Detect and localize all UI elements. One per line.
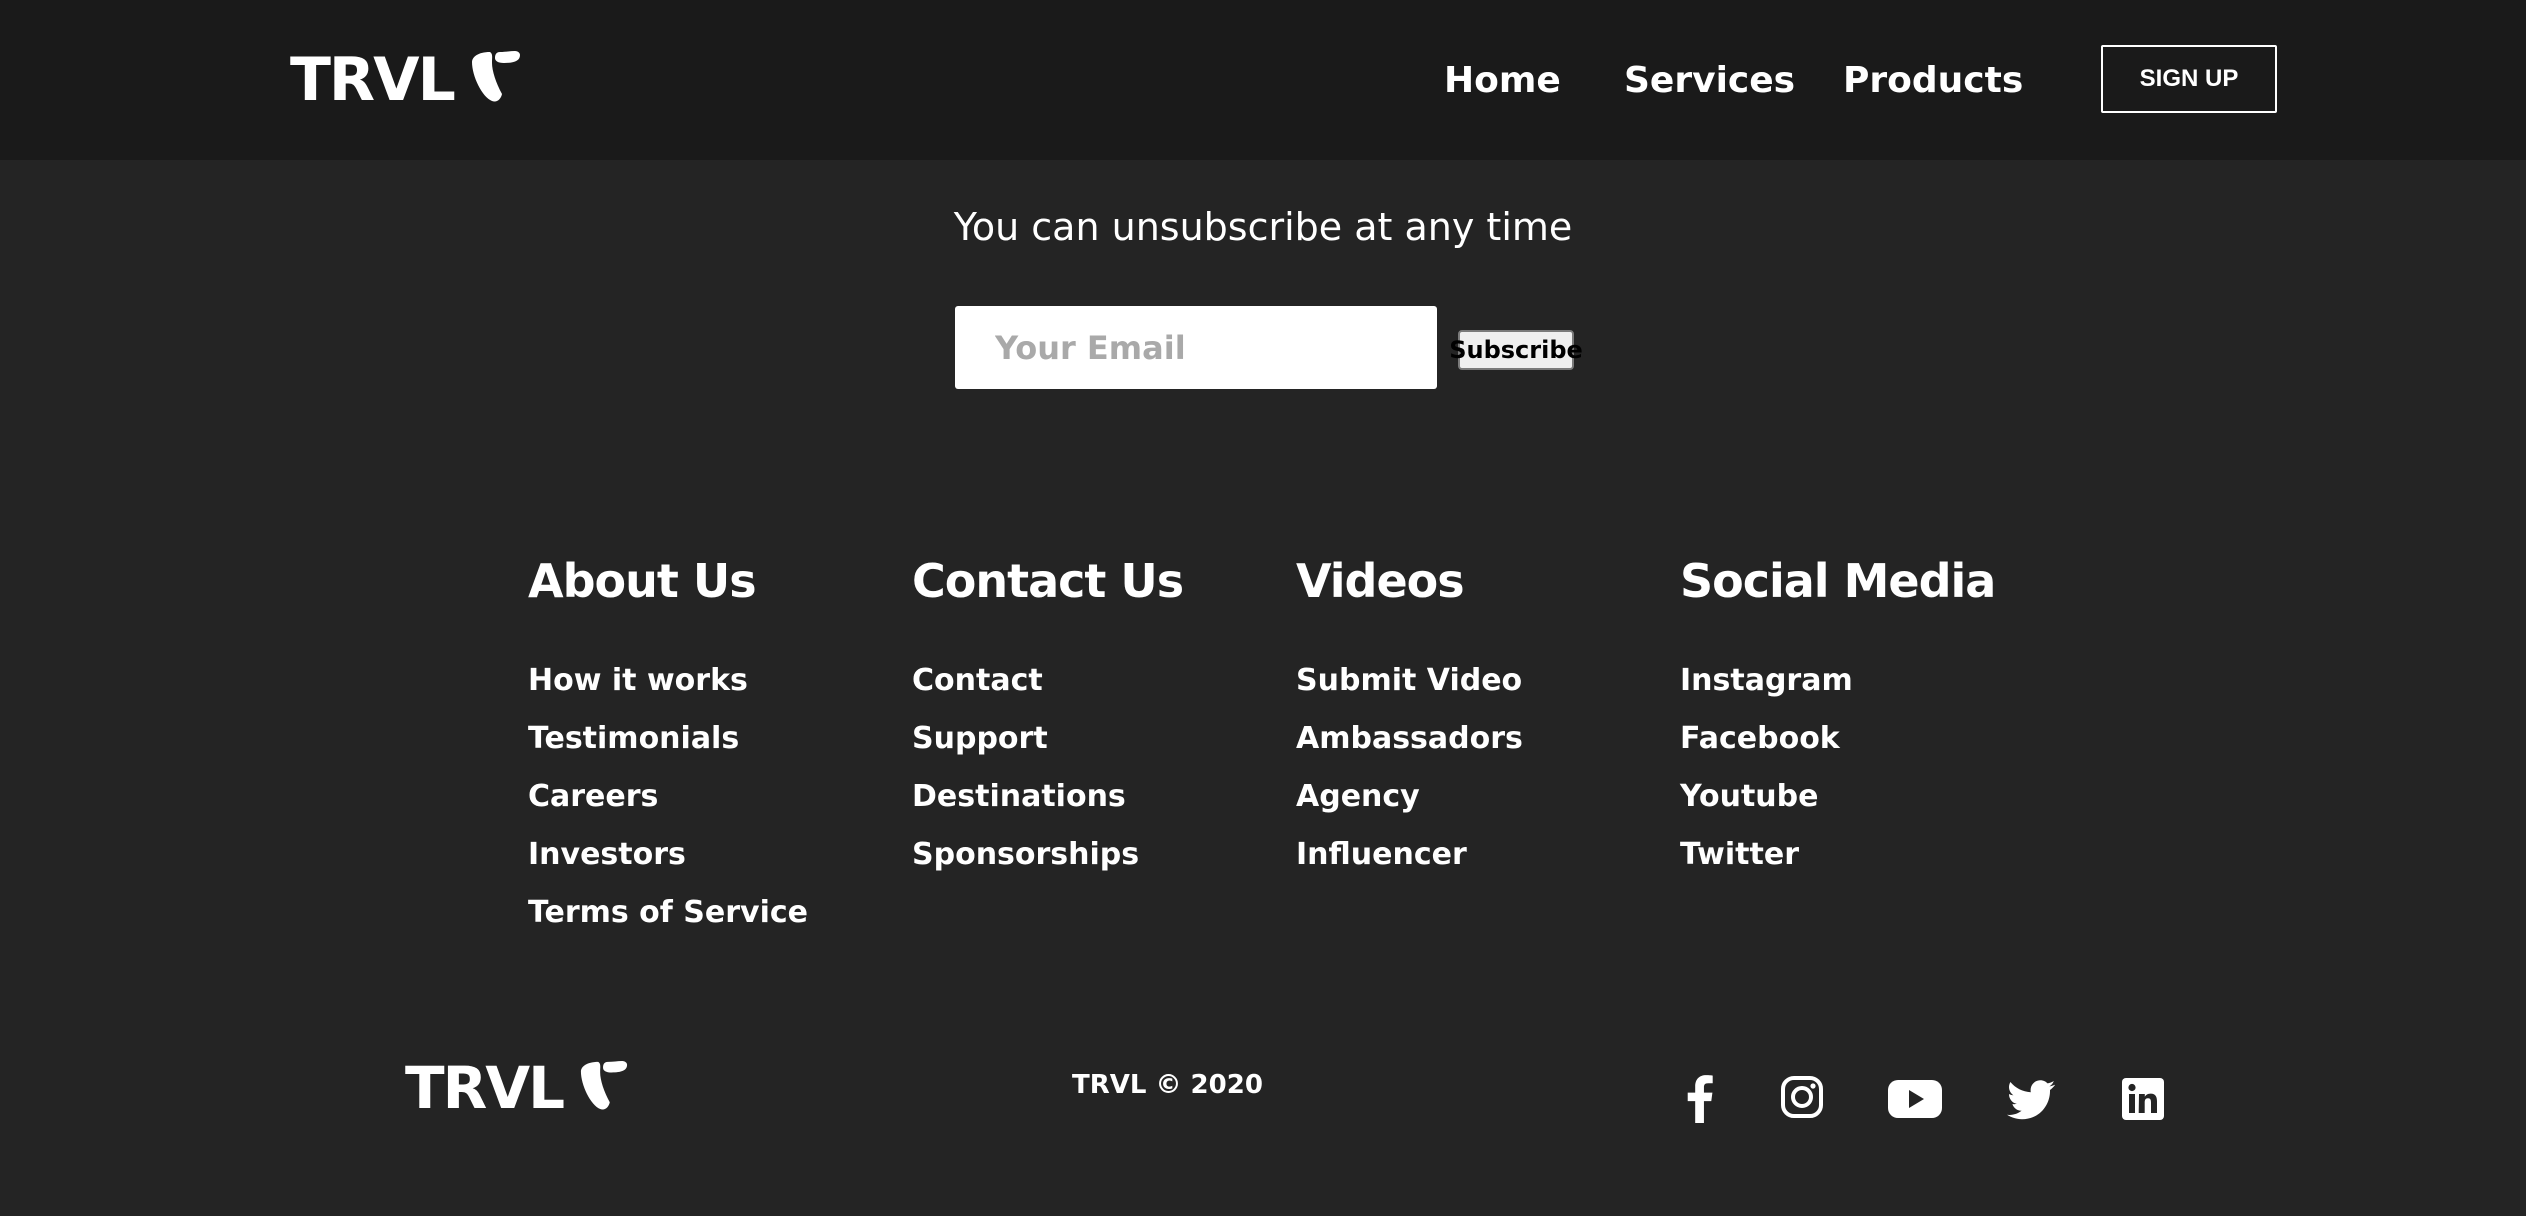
navbar: TRVL Home Services Products SIGN UP <box>0 0 2526 160</box>
footer-column-contact: Contact Us Contact Support Destinations … <box>912 548 1272 884</box>
nav-link-home[interactable]: Home <box>1444 56 1561 106</box>
footer-link-instagram[interactable]: Instagram <box>1680 652 2040 710</box>
footer-column-about: About Us How it works Testimonials Caree… <box>528 548 888 942</box>
footer-link-destinations[interactable]: Destinations <box>912 768 1272 826</box>
footer-logo[interactable]: TRVL <box>405 1058 629 1118</box>
footer-link-submit-video[interactable]: Submit Video <box>1296 652 1656 710</box>
copyright-text: TRVL © 2020 <box>1072 1070 1263 1100</box>
youtube-icon[interactable] <box>1888 1080 1942 1118</box>
column-heading: Videos <box>1296 554 1465 608</box>
footer-link-terms[interactable]: Terms of Service <box>528 884 888 942</box>
footer-link-investors[interactable]: Investors <box>528 826 888 884</box>
unsubscribe-message: You can unsubscribe at any time <box>953 205 1573 249</box>
footer-link-testimonials[interactable]: Testimonials <box>528 710 888 768</box>
linkedin-icon[interactable] <box>2122 1078 2164 1120</box>
footer-link-facebook[interactable]: Facebook <box>1680 710 2040 768</box>
logo-mark-icon <box>581 1060 628 1110</box>
footer-link-support[interactable]: Support <box>912 710 1272 768</box>
instagram-icon[interactable] <box>1780 1075 1824 1119</box>
logo-text: TRVL <box>405 1054 565 1122</box>
signup-button[interactable]: SIGN UP <box>2101 45 2277 113</box>
subscribe-button[interactable]: Subscribe <box>1449 330 1583 370</box>
facebook-icon[interactable] <box>1682 1075 1716 1123</box>
footer-link-contact[interactable]: Contact <box>912 652 1272 710</box>
nav-link-products[interactable]: Products <box>1843 56 2023 106</box>
footer-link-how-it-works[interactable]: How it works <box>528 652 888 710</box>
footer-column-social: Social Media Instagram Facebook Youtube … <box>1680 548 2040 884</box>
twitter-icon[interactable] <box>2007 1080 2055 1120</box>
footer-link-ambassadors[interactable]: Ambassadors <box>1296 710 1656 768</box>
footer-link-influencer[interactable]: Influencer <box>1296 826 1656 884</box>
nav-link-services[interactable]: Services <box>1624 56 1795 106</box>
footer-link-youtube[interactable]: Youtube <box>1680 768 2040 826</box>
footer-column-videos: Videos Submit Video Ambassadors Agency I… <box>1296 548 1656 884</box>
footer-link-careers[interactable]: Careers <box>528 768 888 826</box>
footer-link-twitter[interactable]: Twitter <box>1680 826 2040 884</box>
footer-link-sponsorships[interactable]: Sponsorships <box>912 826 1272 884</box>
column-heading: Contact Us <box>912 554 1184 608</box>
email-input[interactable] <box>955 306 1437 389</box>
column-heading: Social Media <box>1680 554 1996 608</box>
footer-link-agency[interactable]: Agency <box>1296 768 1656 826</box>
column-heading: About Us <box>528 554 757 608</box>
